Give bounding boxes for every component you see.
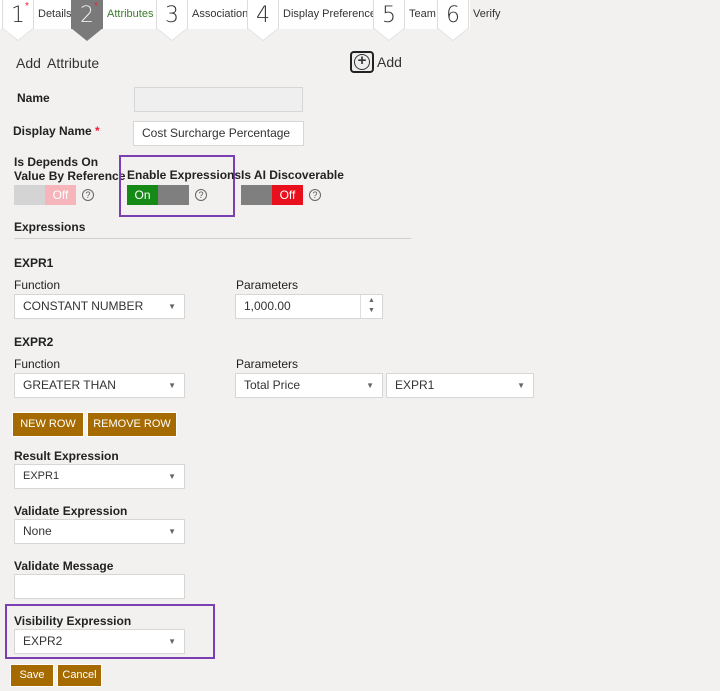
remove-row-button[interactable]: REMOVE ROW (87, 412, 177, 437)
step-label: Details (38, 8, 72, 20)
display-name-field[interactable]: Cost Surcharge Percentage (133, 121, 304, 146)
save-button[interactable]: Save (10, 664, 54, 687)
chevron-down-icon: ▼ (168, 472, 176, 481)
expr2-name: EXPR2 (14, 335, 54, 349)
add-button[interactable]: + Add (350, 51, 402, 73)
expr2-parameter-1-select[interactable]: Total Price ▼ (235, 373, 383, 398)
ai-discoverable-label: Is AI Discoverable (241, 168, 344, 182)
required-star: * (94, 1, 98, 12)
step-number: 5 (373, 0, 405, 41)
chevron-down-icon: ▼ (168, 302, 176, 311)
expr1-function-select[interactable]: CONSTANT NUMBER ▼ (14, 294, 185, 319)
step-number: 2 (71, 0, 103, 41)
wizard-steps: 1 * Details 2 * Attributes 3 Association… (0, 0, 501, 41)
select-value: EXPR1 (23, 470, 60, 482)
visibility-expression-select[interactable]: EXPR2 ▼ (14, 629, 185, 654)
help-icon[interactable]: ? (195, 189, 207, 201)
step-label: Team (409, 8, 436, 20)
step-label: Association (192, 8, 249, 20)
add-label: Add (377, 54, 402, 70)
plus-circle-icon: + (350, 51, 374, 73)
step-number: 6 (437, 0, 469, 41)
depends-on-label: Is Depends On Value By Reference (14, 155, 125, 183)
required-star: * (25, 1, 29, 12)
enable-expressions-toggle[interactable]: On (127, 185, 189, 205)
expr1-parameter-number[interactable]: 1,000.00 ▲ ▼ (235, 294, 383, 319)
expr2-function-select[interactable]: GREATER THAN ▼ (14, 373, 185, 398)
depends-on-label-line2: Value By Reference (14, 169, 126, 183)
display-name-label: Display Name (13, 124, 92, 138)
cancel-button[interactable]: Cancel (57, 664, 102, 687)
select-value: EXPR2 (23, 634, 63, 648)
expressions-heading: Expressions (14, 220, 86, 234)
step-label: Verify (473, 8, 501, 20)
chevron-down-icon: ▼ (517, 381, 525, 390)
new-row-button[interactable]: NEW ROW (12, 412, 84, 437)
name-field[interactable] (134, 87, 303, 112)
parameters-label: Parameters (236, 357, 299, 371)
number-spinner[interactable]: ▲ ▼ (360, 295, 382, 318)
chevron-down-icon: ▼ (168, 637, 176, 646)
result-expression-select[interactable]: EXPR1 ▼ (14, 464, 185, 489)
number-value: 1,000.00 (244, 299, 291, 313)
validate-message-field[interactable] (14, 574, 185, 599)
chevron-down-icon: ▼ (168, 381, 176, 390)
select-value: CONSTANT NUMBER (23, 299, 144, 313)
result-expression-label: Result Expression (14, 449, 119, 463)
chevron-down-icon: ▼ (168, 527, 176, 536)
spin-down-icon[interactable]: ▼ (361, 306, 382, 316)
depends-on-toggle[interactable]: Off (14, 185, 76, 205)
step-number: 1 (2, 0, 34, 41)
step-number: 3 (156, 0, 188, 41)
function-label: Function (14, 278, 61, 292)
validate-expression-select[interactable]: None ▼ (14, 519, 185, 544)
toggle-state: On (127, 185, 158, 205)
select-value: None (23, 524, 52, 538)
step-number: 4 (247, 0, 279, 41)
depends-on-label-line1: Is Depends On (14, 155, 99, 169)
spin-up-icon[interactable]: ▲ (361, 296, 382, 306)
chevron-down-icon: ▼ (366, 381, 374, 390)
step-label: Display Preference (283, 8, 376, 20)
page-title: Add Attribute (16, 55, 100, 71)
divider (14, 238, 411, 239)
expr2-parameter-2-select[interactable]: EXPR1 ▼ (386, 373, 534, 398)
enable-expressions-label: Enable Expressions (127, 168, 242, 182)
validate-expression-label: Validate Expression (14, 504, 128, 518)
toggle-state: Off (272, 185, 303, 205)
select-value: Total Price (244, 378, 301, 392)
parameters-label: Parameters (236, 278, 299, 292)
name-label: Name (17, 91, 50, 105)
validate-message-label: Validate Message (14, 559, 114, 573)
required-star: * (95, 124, 100, 138)
help-icon[interactable]: ? (309, 189, 321, 201)
step-label: Attributes (107, 8, 154, 20)
ai-discoverable-toggle[interactable]: Off (241, 185, 303, 205)
toggle-state: Off (45, 185, 76, 205)
visibility-expression-label: Visibility Expression (14, 614, 132, 628)
function-label: Function (14, 357, 61, 371)
help-icon[interactable]: ? (82, 189, 94, 201)
select-value: EXPR1 (395, 378, 435, 392)
expr1-name: EXPR1 (14, 256, 54, 270)
select-value: GREATER THAN (23, 378, 116, 392)
